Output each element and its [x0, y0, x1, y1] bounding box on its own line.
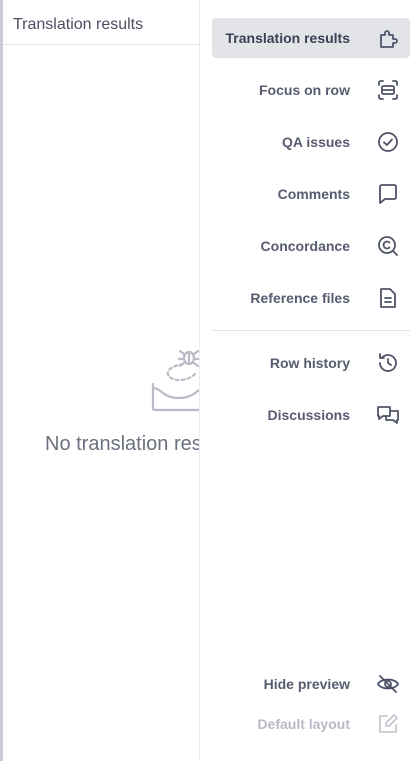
menu-item-row-history[interactable]: Row history: [212, 343, 410, 383]
empty-state-message: No translation results: [45, 433, 203, 455]
history-icon: [376, 351, 400, 375]
menu-item-translation-results[interactable]: Translation results: [212, 18, 410, 58]
menu-item-label: Translation results: [225, 30, 350, 46]
side-panel-menu: Translation results Focus on row QA issu…: [199, 0, 420, 761]
eye-off-icon: [376, 672, 400, 696]
menu-item-comments[interactable]: Comments: [212, 174, 410, 214]
menu-item-hide-preview[interactable]: Hide preview: [212, 664, 410, 704]
menu-item-concordance[interactable]: Concordance: [212, 226, 410, 266]
discussions-icon: [376, 403, 400, 427]
menu-item-default-layout[interactable]: Default layout: [212, 704, 410, 744]
menu-item-label: Discussions: [267, 407, 350, 423]
menu-item-qa-issues[interactable]: QA issues: [212, 122, 410, 162]
menu-item-label: Default layout: [257, 716, 350, 732]
puzzle-icon: [376, 26, 400, 50]
menu-item-label: Focus on row: [259, 82, 350, 98]
file-icon: [376, 286, 400, 310]
menu-item-focus-on-row[interactable]: Focus on row: [212, 70, 410, 110]
menu-item-label: Reference files: [250, 290, 350, 306]
menu-item-label: Hide preview: [263, 676, 350, 692]
menu-item-label: Comments: [277, 186, 350, 202]
menu-item-discussions[interactable]: Discussions: [212, 395, 410, 435]
check-circle-icon: [376, 130, 400, 154]
comment-icon: [376, 182, 400, 206]
menu-item-label: Row history: [269, 355, 350, 371]
menu-item-label: Concordance: [260, 238, 350, 254]
focus-row-icon: [376, 78, 400, 102]
menu-divider: [212, 330, 410, 331]
translation-results-panel: Translation results No translation resul…: [0, 0, 205, 761]
edit-layout-icon: [376, 712, 400, 736]
menu-item-reference-files[interactable]: Reference files: [212, 278, 410, 318]
concordance-search-icon: [376, 234, 400, 258]
menu-item-label: QA issues: [282, 134, 350, 150]
panel-title: Translation results: [3, 0, 200, 45]
